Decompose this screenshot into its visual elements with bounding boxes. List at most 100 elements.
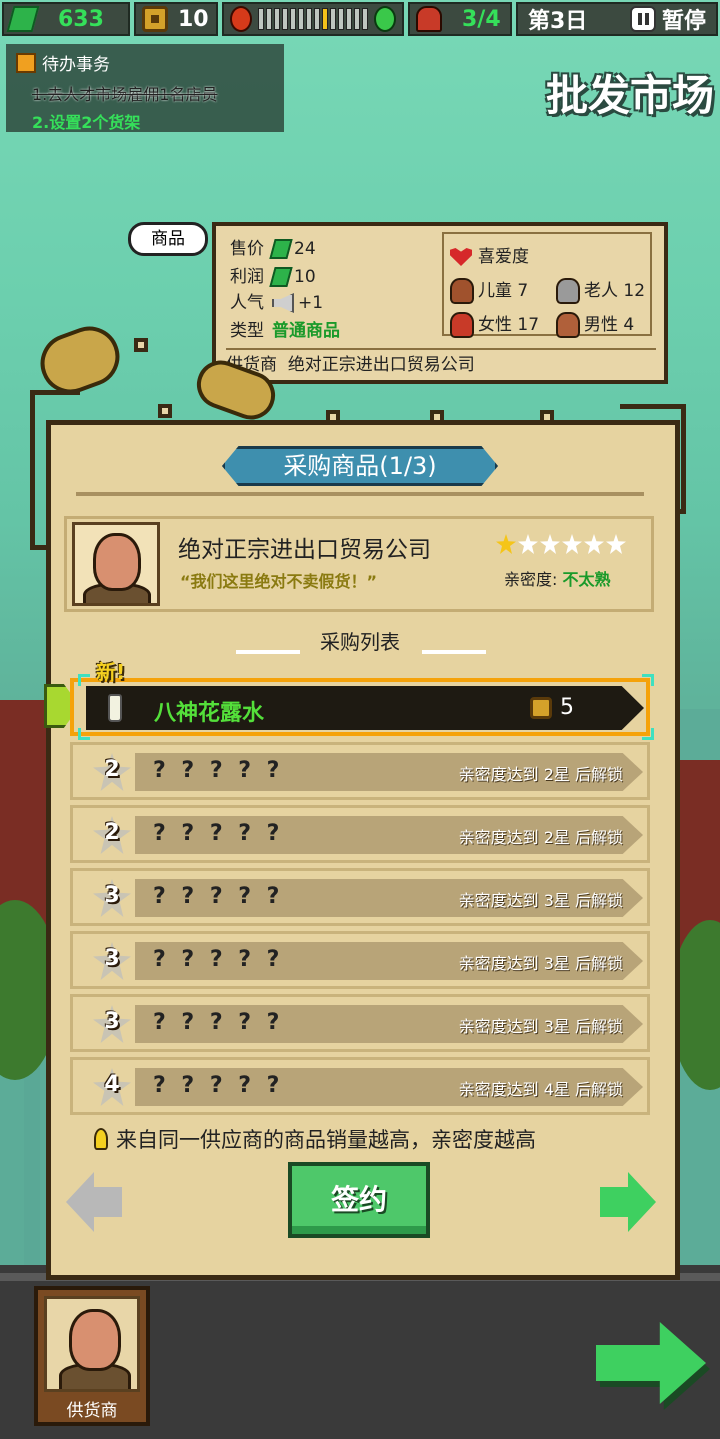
pause-icon xyxy=(629,6,656,32)
mood-meter-segment xyxy=(346,8,352,30)
staff-value: 3/4 xyxy=(462,6,501,32)
selection-corner xyxy=(642,728,654,740)
todo-header: 待办事务 xyxy=(16,50,274,75)
todo-title: 待办事务 xyxy=(42,55,110,75)
favor-children: 儿童 7 xyxy=(450,276,528,304)
item-name: ? ? ? ? ? xyxy=(153,884,284,909)
coin-counter: 10 xyxy=(134,2,218,36)
mood-meter-segment xyxy=(354,8,360,30)
favor-female: 女性 17 xyxy=(450,310,539,338)
supplier-row: 供货商 绝对正宗进出口贸易公司 xyxy=(226,348,656,380)
mood-meter-segment xyxy=(330,8,336,30)
hint: 来自同一供应商的商品销量越高，亲密度越高 xyxy=(94,1124,536,1154)
selection-corner xyxy=(78,674,90,686)
pause-label: 暂停 xyxy=(661,9,706,34)
ornament-dot xyxy=(134,338,148,352)
gift-icon xyxy=(16,52,36,73)
heart-icon xyxy=(450,248,472,266)
item-name: ? ? ? ? ? xyxy=(153,758,284,783)
coin-value: 10 xyxy=(178,6,209,32)
star-icon xyxy=(562,534,582,554)
item-price: 5 xyxy=(560,695,574,720)
cash-icon xyxy=(269,267,293,287)
female-face-icon xyxy=(450,312,474,338)
panel-title: 采购商品(1/3) xyxy=(222,446,498,486)
coin-icon xyxy=(530,697,552,719)
megaphone-icon xyxy=(272,293,294,313)
staff-counter: 3/4 xyxy=(408,2,512,36)
coin-icon xyxy=(142,6,168,32)
list-title: 采购列表 xyxy=(320,630,400,654)
day-pause-bar[interactable]: 第3日 暂停 xyxy=(516,2,718,36)
location-title: 批发市场 xyxy=(545,71,714,120)
purchase-item-locked[interactable]: 3 ? ? ? ? ? 亲密度达到 3星 后解锁 xyxy=(70,868,650,926)
favor-header: 喜爱度 xyxy=(450,242,529,267)
cash-value: 633 xyxy=(58,6,104,32)
item-name: ? ? ? ? ? xyxy=(153,1073,284,1098)
favor-male: 男性 4 xyxy=(556,310,634,338)
todo-item-active: 2.设置2个货架 xyxy=(32,113,141,132)
unlock-hint: 亲密度达到 3星 后解锁 xyxy=(458,954,623,973)
mood-meter-segment xyxy=(282,8,288,30)
selection-corner xyxy=(642,674,654,686)
elder-face-icon xyxy=(556,278,580,304)
mood-meter-segment xyxy=(306,8,312,30)
mood-meter-segment xyxy=(322,8,328,30)
product-info-card: 售价 24 利润 10 人气 +1 类型 普通商品 喜爱度 儿童 7 老人 12 女性 … xyxy=(212,222,668,384)
intimacy-level: 亲密度: 不太熟 xyxy=(504,570,611,589)
popularity-row: 人气 +1 xyxy=(230,293,324,313)
item-name: ? ? ? ? ? xyxy=(153,1010,284,1035)
cash-icon xyxy=(6,6,40,32)
item-name: ? ? ? ? ? xyxy=(153,947,284,972)
mood-meter-segment xyxy=(314,8,320,30)
mood-meter-segment xyxy=(258,8,264,30)
cash-counter: 633 xyxy=(2,2,130,36)
staff-icon xyxy=(416,6,442,32)
sign-contract-button[interactable]: 签约 xyxy=(288,1162,430,1238)
supplier-name: 绝对正宗进出口贸易公司 xyxy=(178,537,431,563)
mood-meter-segment xyxy=(362,8,368,30)
mood-meter-segment xyxy=(274,8,280,30)
ornament-dot xyxy=(158,404,172,418)
unlock-hint: 亲密度达到 4星 后解锁 xyxy=(458,1080,623,1099)
pause-button[interactable]: 暂停 xyxy=(624,3,706,35)
unlock-hint: 亲密度达到 2星 后解锁 xyxy=(458,765,623,784)
supplier-tab-label: 供货商 xyxy=(66,1401,118,1421)
cash-icon xyxy=(269,239,293,259)
hint-text: 来自同一供应商的商品销量越高，亲密度越高 xyxy=(116,1128,536,1152)
star-icon xyxy=(584,534,604,554)
supplier-portrait xyxy=(72,522,160,606)
mood-meter-segment xyxy=(298,8,304,30)
product-bubble: 商品 xyxy=(128,222,208,256)
supplier-tab-portrait xyxy=(44,1296,140,1392)
purchase-item-locked[interactable]: 2 ? ? ? ? ? 亲密度达到 2星 后解锁 xyxy=(70,742,650,800)
item-name: ? ? ? ? ? xyxy=(153,821,284,846)
purchase-item-selected[interactable]: 八神花露水 5 xyxy=(70,678,650,736)
todo-item-done: 1.去人才市场雇佣1名店员 xyxy=(32,85,218,104)
favor-elderly: 老人 12 xyxy=(556,276,645,304)
intimacy-stars xyxy=(496,534,626,554)
happy-face-icon xyxy=(374,6,396,32)
purchase-item-locked[interactable]: 3 ? ? ? ? ? 亲密度达到 3星 后解锁 xyxy=(70,931,650,989)
todo-panel[interactable]: 待办事务 1.去人才市场雇佣1名店员 2.设置2个货架 xyxy=(6,44,284,132)
item-name: 八神花露水 xyxy=(154,701,265,726)
selection-corner xyxy=(78,728,90,740)
new-tag: 新! xyxy=(96,660,126,684)
star-icon xyxy=(606,534,626,554)
price-row: 售价 24 xyxy=(230,239,316,259)
child-face-icon xyxy=(450,278,474,304)
purchase-item-locked[interactable]: 4 ? ? ? ? ? 亲密度达到 4星 后解锁 xyxy=(70,1057,650,1115)
unlock-hint: 亲密度达到 3星 后解锁 xyxy=(458,891,623,910)
mood-meter-segment xyxy=(290,8,296,30)
mood-meter xyxy=(222,2,404,36)
mood-meter-segment xyxy=(338,8,344,30)
star-icon xyxy=(540,534,560,554)
mood-meter-bar xyxy=(258,8,368,30)
purchase-item-locked[interactable]: 3 ? ? ? ? ? 亲密度达到 3星 后解锁 xyxy=(70,994,650,1052)
lightbulb-icon xyxy=(94,1128,108,1150)
purchase-item-locked[interactable]: 2 ? ? ? ? ? 亲密度达到 2星 后解锁 xyxy=(70,805,650,863)
mood-meter-segment xyxy=(266,8,272,30)
day-label: 第3日 xyxy=(528,9,588,34)
supplier-quote: “我们这里绝对不卖假货！” xyxy=(180,572,378,591)
profit-row: 利润 10 xyxy=(230,267,316,287)
